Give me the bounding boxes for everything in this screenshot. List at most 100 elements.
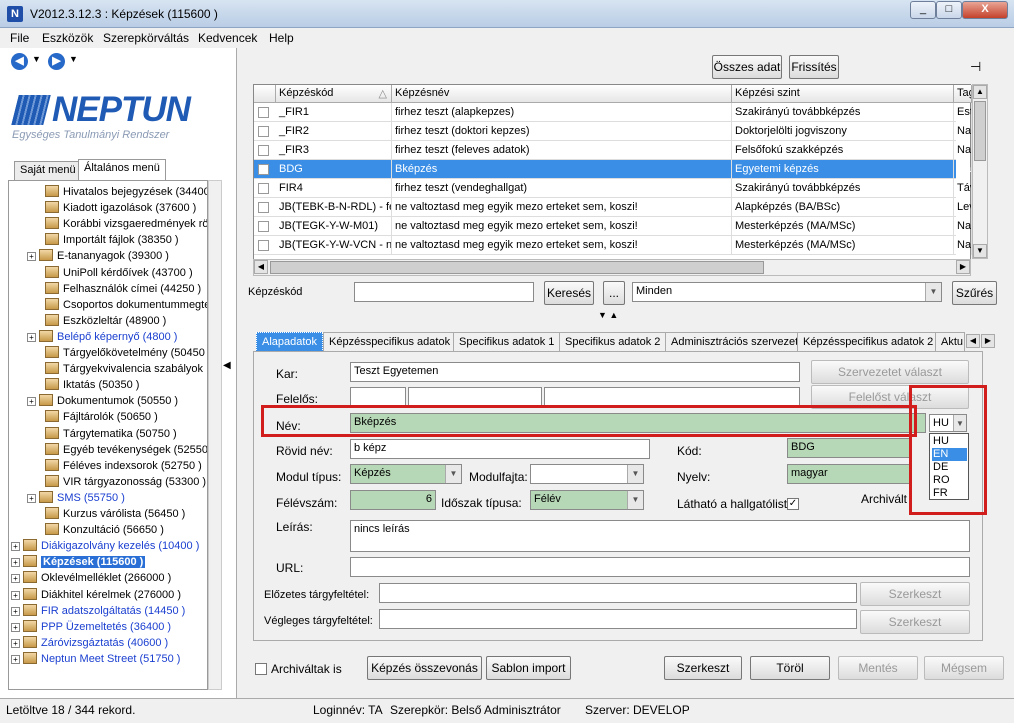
template-import-button[interactable]: Sablon import: [486, 656, 571, 680]
tree-item[interactable]: Féléves indexsorok (52750 ): [45, 458, 202, 474]
splitter-arrows-icon[interactable]: ▼ ▲: [598, 310, 618, 320]
tab-specific-1[interactable]: Specifikus adatok 1: [453, 332, 561, 352]
tab-course-specific[interactable]: Képzésspecifikus adatok: [323, 332, 457, 352]
forward-dropdown-icon[interactable]: ▼: [69, 54, 78, 64]
tree-item[interactable]: + SMS (55750 ): [27, 490, 125, 506]
tree-item[interactable]: + Képzések (115600 ): [11, 554, 146, 570]
module-kind-select[interactable]: ▼: [530, 464, 644, 484]
table-row[interactable]: FIR4 firhez teszt (vendeghallgat) Szakirán…: [254, 179, 972, 198]
expand-icon[interactable]: +: [11, 590, 20, 600]
table-row[interactable]: JB(TEGK-Y-W-VCN - na ne valtoztasd meg eg…: [254, 236, 972, 255]
tree-item[interactable]: Eszközleltár (48900 ): [45, 313, 166, 329]
merge-courses-button[interactable]: Képzés összevonás: [367, 656, 482, 680]
menu-tools[interactable]: Eszközök: [42, 31, 93, 45]
tab-current[interactable]: Aktu: [935, 332, 965, 352]
tree-item[interactable]: Tárgyekvivalencia szabályok: [45, 361, 203, 377]
tree-item[interactable]: + PPP Üzemeltetés (36400 ): [11, 619, 171, 635]
tree-item[interactable]: + Diákhitel kérelmek (276000 ): [11, 587, 181, 603]
save-button[interactable]: Mentés: [838, 656, 918, 680]
row-checkbox[interactable]: [258, 221, 269, 232]
pin-icon[interactable]: ⊣: [970, 59, 981, 75]
collapse-pane-icon[interactable]: ◀: [223, 360, 231, 371]
refresh-button[interactable]: Frissítés: [789, 55, 839, 79]
maximize-button[interactable]: □: [936, 1, 962, 19]
expand-icon[interactable]: +: [11, 606, 20, 616]
table-row[interactable]: _FIR2 firhez teszt (doktori kepzes) Doktor…: [254, 122, 972, 141]
search-options-button[interactable]: ...: [603, 281, 625, 305]
grid-header-name[interactable]: Képzésnév: [392, 85, 732, 103]
menu-role-switch[interactable]: Szerepkörváltás: [103, 31, 189, 45]
expand-icon[interactable]: +: [27, 332, 36, 342]
tree-item[interactable]: Tárgytematika (50750 ): [45, 426, 177, 442]
grid-header-tag[interactable]: Tag: [954, 85, 972, 103]
all-data-button[interactable]: Összes adat: [712, 55, 782, 79]
tree-item[interactable]: + Diákigazolvány kezelés (10400 ): [11, 538, 199, 554]
module-type-select[interactable]: Képzés ▼: [350, 464, 462, 484]
description-field[interactable]: nincs leírás: [350, 520, 970, 552]
edit-pre-requirement-button[interactable]: Szerkeszt: [860, 582, 970, 606]
tree-item[interactable]: Hivatalos bejegyzések (34400: [45, 184, 207, 200]
tree-item[interactable]: + Dokumentumok (50550 ): [27, 393, 178, 409]
expand-icon[interactable]: +: [11, 574, 20, 584]
expand-icon[interactable]: +: [27, 493, 36, 503]
expand-icon[interactable]: +: [27, 397, 36, 407]
url-field[interactable]: [350, 557, 970, 577]
tree-item[interactable]: Csoportos dokumentummegte: [45, 297, 207, 313]
tree-item[interactable]: + Oklevélmelléklet (266000 ): [11, 570, 171, 586]
expand-icon[interactable]: +: [11, 638, 20, 648]
scroll-left-icon[interactable]: ◀: [254, 260, 268, 274]
edit-final-requirement-button[interactable]: Szerkeszt: [860, 610, 970, 634]
table-row[interactable]: BDGBképzésEgyetemi képzésNap: [254, 160, 972, 179]
semester-count-field[interactable]: 6: [350, 490, 436, 510]
tab-own-menu[interactable]: Saját menü: [14, 161, 82, 180]
tree-item[interactable]: + FIR adatszolgáltatás (14450 ): [11, 603, 185, 619]
expand-icon[interactable]: +: [11, 558, 20, 568]
tree-item[interactable]: Kurzus várólista (56450 ): [45, 506, 185, 522]
archived-too-checkbox[interactable]: [255, 663, 267, 675]
edit-button[interactable]: Szerkeszt: [664, 656, 742, 680]
tree-item[interactable]: Felhasználók címei (44250 ): [45, 281, 201, 297]
table-row[interactable]: JB(TEBK-B-N-RDL) - fel ne valtoztasd meg …: [254, 198, 972, 217]
row-checkbox[interactable]: [258, 145, 269, 156]
table-row[interactable]: JB(TEGK-Y-W-M01) ne valtoztasd meg egyik …: [254, 217, 972, 236]
tab-general-menu[interactable]: Általános menü: [78, 159, 166, 180]
tree-item[interactable]: Tárgyelőkövetelmény (50450: [45, 345, 205, 361]
expand-icon[interactable]: +: [11, 542, 20, 552]
expand-icon[interactable]: +: [11, 622, 20, 632]
tree-item[interactable]: Importált fájlok (38350 ): [45, 232, 179, 248]
tree-item[interactable]: + Neptun Meet Street (51750 ): [11, 651, 180, 667]
row-checkbox[interactable]: [258, 240, 269, 251]
close-button[interactable]: X: [962, 1, 1008, 19]
menu-file[interactable]: File: [10, 31, 29, 45]
grid-header-code[interactable]: Képzéskód △: [276, 85, 392, 103]
period-type-select[interactable]: Félév ▼: [530, 490, 644, 510]
scroll-right-icon[interactable]: ▶: [956, 260, 970, 274]
tree-scrollbar[interactable]: [208, 180, 222, 690]
tree-item[interactable]: Konzultáció (56650 ): [45, 522, 164, 538]
short-name-field[interactable]: b képz: [350, 439, 650, 459]
tab-course-specific-2[interactable]: Képzésspecifikus adatok 2: [797, 332, 940, 352]
tree-item[interactable]: Korábbi vizsgaeredmények rö: [45, 216, 207, 232]
row-checkbox[interactable]: [258, 126, 269, 137]
scroll-up-icon[interactable]: ▲: [973, 85, 987, 99]
tree-item[interactable]: UniPoll kérdőívek (43700 ): [45, 265, 193, 281]
scroll-thumb[interactable]: [974, 101, 986, 161]
tree-item[interactable]: Iktatás (50350 ): [45, 377, 139, 393]
filter-select[interactable]: Minden ▼: [632, 282, 942, 302]
menu-help[interactable]: Help: [269, 31, 294, 45]
forward-icon[interactable]: ▶: [48, 53, 65, 70]
search-code-input[interactable]: [354, 282, 534, 302]
tab-specific-2[interactable]: Specifikus adatok 2: [559, 332, 667, 352]
grid-header-level[interactable]: Képzési szint: [732, 85, 954, 103]
tree-item[interactable]: Kiadott igazolások (37600 ): [45, 200, 196, 216]
table-row[interactable]: _FIR3 firhez teszt (feleves adatok) Felsőf…: [254, 141, 972, 160]
grid-horizontal-scrollbar[interactable]: ◀ ▶: [253, 259, 971, 276]
tab-basic-data[interactable]: Alapadatok: [256, 332, 324, 352]
tree-item[interactable]: Fájltárolók (50650 ): [45, 409, 158, 425]
row-checkbox[interactable]: [258, 202, 269, 213]
tree-item[interactable]: + E-tananyagok (39300 ): [27, 248, 169, 264]
delete-button[interactable]: Töröl: [750, 656, 830, 680]
filter-button[interactable]: Szűrés: [952, 281, 997, 305]
tree-item[interactable]: Egyéb tevékenységek (52550: [45, 442, 207, 458]
row-checkbox[interactable]: [258, 183, 269, 194]
